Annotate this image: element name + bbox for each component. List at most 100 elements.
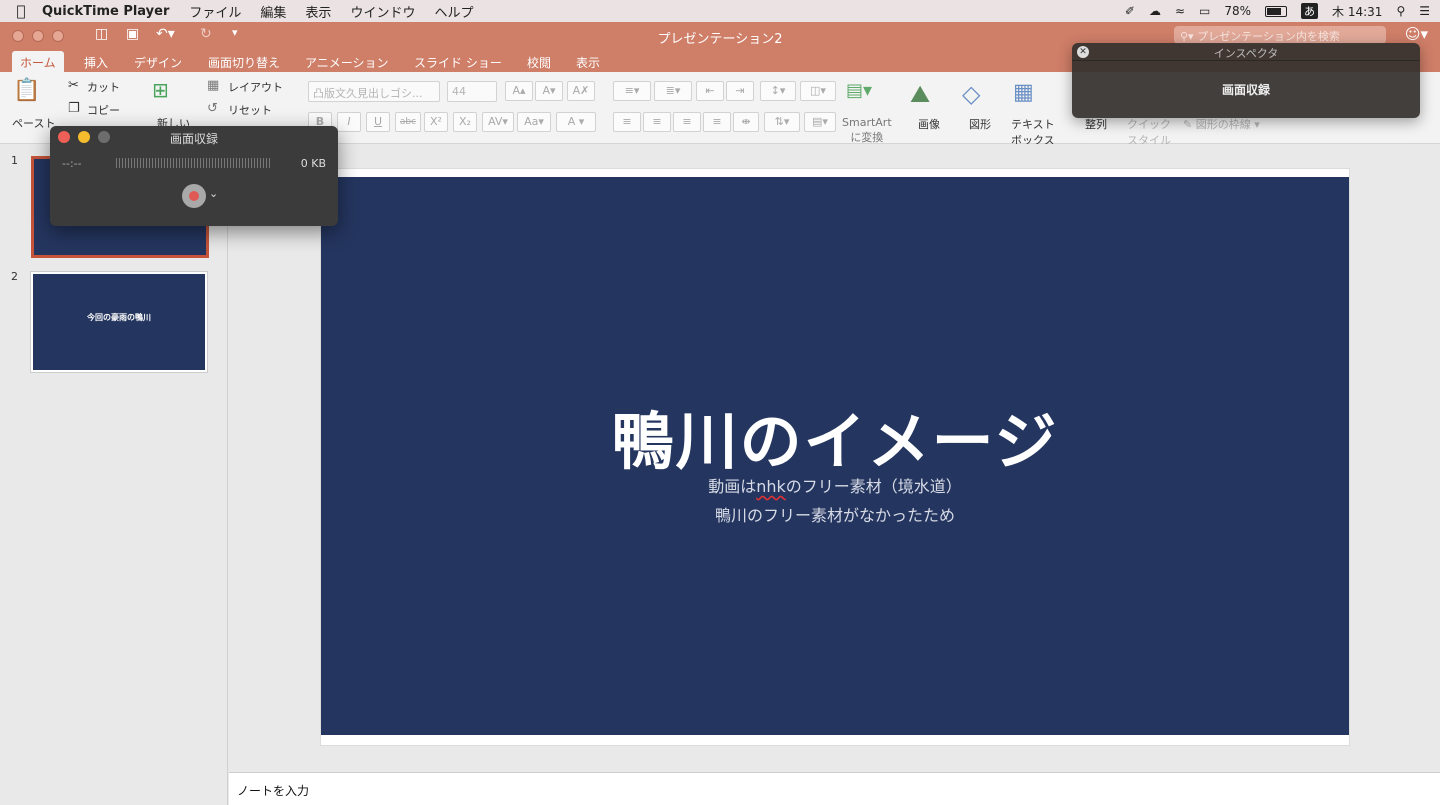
tab-view[interactable]: 表示: [568, 51, 608, 72]
slide-thumbnail-2[interactable]: 今回の豪雨の鴨川: [30, 271, 208, 373]
menu-window[interactable]: ウインドウ: [350, 2, 415, 21]
font-name-value: 凸版文久見出しゴシ...: [313, 87, 423, 100]
columns-icon[interactable]: ◫▾: [800, 81, 836, 101]
shapes-button[interactable]: 図形: [969, 116, 991, 132]
tab-insert[interactable]: 挿入: [76, 51, 116, 72]
paste-icon[interactable]: 📋: [13, 78, 40, 103]
subtitle-suffix: のフリー素材（境水道）: [785, 477, 962, 496]
increase-indent-icon[interactable]: ⇥: [726, 81, 754, 101]
align-right-icon[interactable]: ≡: [673, 112, 701, 132]
slide-number-1: 1: [11, 154, 18, 167]
tab-slideshow[interactable]: スライド ショー: [406, 51, 510, 72]
notes-placeholder: ノートを入力: [237, 784, 310, 798]
inspector-title: インスペクタ: [1072, 43, 1420, 61]
notes-input[interactable]: ノートを入力: [229, 772, 1440, 805]
numbering-icon[interactable]: ≣▾: [654, 81, 692, 101]
align-text-icon[interactable]: ▤▾: [804, 112, 836, 132]
increase-font-size-icon[interactable]: A▴: [505, 81, 533, 101]
layout-button[interactable]: レイアウト: [228, 79, 283, 95]
inspector-panel: インスペクタ ✕ 画面収録: [1072, 43, 1420, 118]
audio-level-meter: [116, 158, 272, 168]
menubar:  QuickTime Player ファイル 編集 表示 ウインドウ ヘルプ …: [0, 0, 1440, 22]
tab-home[interactable]: ホーム: [12, 51, 64, 72]
reset-button[interactable]: リセット: [228, 102, 272, 118]
recording-file-size: 0 KB: [300, 157, 326, 170]
menu-help[interactable]: ヘルプ: [434, 2, 473, 21]
slide-thumbnail-2-title: 今回の豪雨の鴨川: [87, 313, 151, 322]
text-direction-icon[interactable]: ⇅▾: [764, 112, 800, 132]
wifi-icon[interactable]: ≈: [1175, 4, 1185, 18]
superscript-icon[interactable]: X²: [424, 112, 448, 132]
shapes-icon[interactable]: ◇: [962, 80, 980, 108]
cut-icon[interactable]: ✂: [68, 78, 79, 93]
slide-subtitle-line2[interactable]: 鴨川のフリー素材がなかったため: [321, 502, 1349, 526]
battery-percent[interactable]: 78%: [1224, 4, 1251, 18]
distribute-icon[interactable]: ⇼: [733, 112, 759, 132]
subscript-icon[interactable]: X₂: [453, 112, 477, 132]
record-button[interactable]: [182, 184, 206, 208]
arrange-button[interactable]: 整列: [1085, 116, 1107, 132]
battery-icon[interactable]: [1265, 5, 1288, 17]
status-area: ✐ ☁ ≈ ▭ 78% あ 木 14:31 ⚲ ☰: [1125, 0, 1430, 22]
picture-icon[interactable]: ⛰: [910, 80, 930, 108]
font-size-select[interactable]: 44: [447, 81, 497, 102]
align-left-icon[interactable]: ≡: [613, 112, 641, 132]
recording-panel-title: 画面収録: [169, 132, 218, 146]
shape-outline-button[interactable]: ✎ 図形の枠線 ▾: [1183, 116, 1260, 132]
recording-options-chevron-icon[interactable]: ⌄: [209, 187, 218, 200]
slide-thumbnail-pane: 1 2 今回の豪雨の鴨川: [0, 144, 228, 805]
slide-subtitle-line1[interactable]: 動画はnhkのフリー素材（境水道）: [321, 473, 1349, 497]
menu-file[interactable]: ファイル: [189, 2, 241, 21]
status-app-icon[interactable]: ✐: [1125, 4, 1135, 18]
menu-edit[interactable]: 編集: [260, 2, 286, 21]
decrease-font-size-icon[interactable]: A▾: [535, 81, 563, 101]
recording-time: --:--: [62, 157, 82, 170]
decrease-indent-icon[interactable]: ⇤: [696, 81, 724, 101]
tab-transitions[interactable]: 画面切り替え: [200, 51, 288, 72]
slide[interactable]: 鴨川のイメージ 動画はnhkのフリー素材（境水道） 鴨川のフリー素材がなかったた…: [321, 177, 1349, 735]
convert-smartart-icon[interactable]: ▤▾: [846, 80, 872, 101]
shape-outline-label: 図形の枠線: [1195, 118, 1251, 131]
document-search-input[interactable]: ⚲▾ プレゼンテーション内を検索: [1174, 26, 1386, 44]
layout-icon[interactable]: ▦: [207, 78, 219, 93]
reset-icon[interactable]: ↺: [207, 101, 218, 116]
font-size-value: 44: [452, 85, 466, 98]
textbox-icon[interactable]: ▦: [1013, 80, 1034, 105]
paste-button-label[interactable]: ペースト: [12, 115, 55, 131]
picture-button[interactable]: 画像: [918, 116, 940, 132]
tab-design[interactable]: デザイン: [126, 51, 190, 72]
underline-icon[interactable]: U: [366, 112, 390, 132]
apple-icon[interactable]: : [0, 2, 42, 20]
font-name-select[interactable]: 凸版文久見出しゴシ...: [308, 81, 440, 102]
clear-formatting-icon[interactable]: A✗: [567, 81, 595, 101]
font-color-icon[interactable]: A ▾: [556, 112, 596, 132]
tab-review[interactable]: 校閲: [519, 51, 559, 72]
smartart-button[interactable]: SmartArt に変換: [842, 116, 892, 145]
cut-button[interactable]: カット: [87, 79, 120, 95]
justify-icon[interactable]: ≡: [703, 112, 731, 132]
line-spacing-icon[interactable]: ↕▾: [760, 81, 796, 101]
inspector-close-icon[interactable]: ✕: [1077, 46, 1089, 58]
slide-canvas[interactable]: 鴨川のイメージ 動画はnhkのフリー素材（境水道） 鴨川のフリー素材がなかったた…: [320, 168, 1350, 746]
strikethrough-icon[interactable]: abc: [395, 112, 421, 132]
italic-icon[interactable]: I: [337, 112, 361, 132]
copy-icon[interactable]: ❐: [68, 101, 80, 116]
input-method-icon[interactable]: あ: [1301, 3, 1319, 19]
tab-animations[interactable]: アニメーション: [297, 51, 397, 72]
smartart-label: SmartArt: [842, 116, 892, 129]
spotlight-search-icon[interactable]: ⚲: [1396, 4, 1405, 18]
feedback-smiley-icon[interactable]: ☺▾: [1405, 25, 1428, 43]
change-case-icon[interactable]: Aa▾: [517, 112, 551, 132]
align-center-icon[interactable]: ≡: [643, 112, 671, 132]
cloud-icon[interactable]: ☁: [1149, 4, 1161, 18]
slide-title[interactable]: 鴨川のイメージ: [321, 391, 1349, 481]
clock[interactable]: 木 14:31: [1332, 3, 1382, 20]
character-spacing-icon[interactable]: AV▾: [482, 112, 514, 132]
app-menu[interactable]: QuickTime Player: [42, 4, 169, 19]
menu-view[interactable]: 表示: [305, 2, 331, 21]
airplay-icon[interactable]: ▭: [1199, 4, 1210, 18]
bullets-icon[interactable]: ≡▾: [613, 81, 651, 101]
new-slide-icon[interactable]: ⊞: [152, 78, 169, 102]
copy-button[interactable]: コピー: [87, 102, 120, 118]
notification-center-icon[interactable]: ☰: [1419, 4, 1430, 18]
